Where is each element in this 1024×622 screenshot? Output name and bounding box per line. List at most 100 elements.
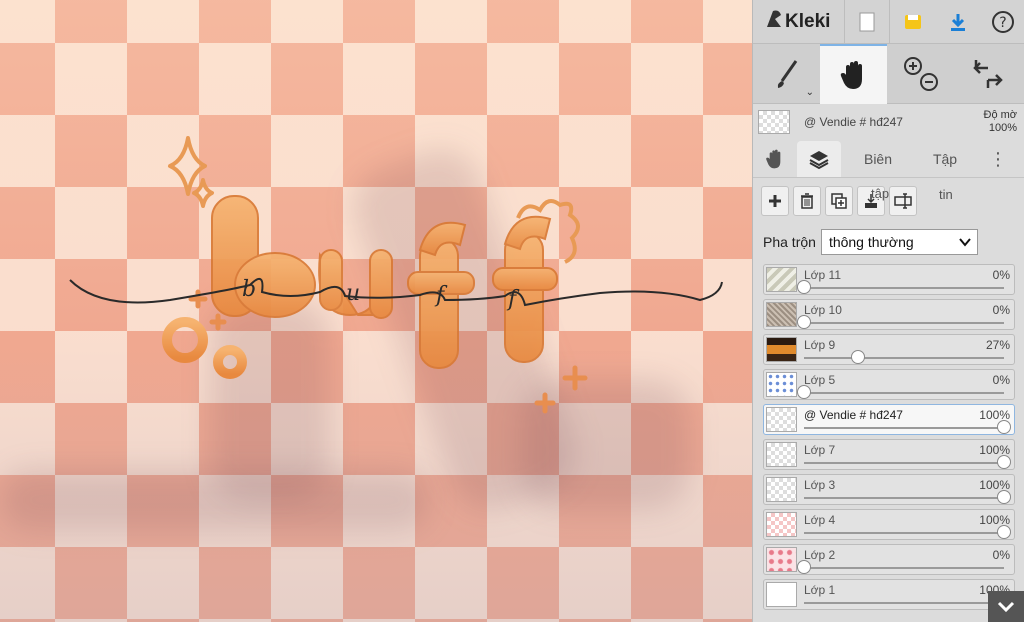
opacity-label: Độ mờ xyxy=(983,109,1018,121)
layer-row[interactable]: Lớp 11 0% xyxy=(763,264,1015,295)
download-icon xyxy=(950,13,965,31)
new-file-icon xyxy=(859,12,875,31)
svg-text:u: u xyxy=(346,281,360,306)
add-layer-button[interactable] xyxy=(761,186,789,216)
layer-name: Lớp 2 xyxy=(804,548,836,562)
layer-thumbnail xyxy=(766,372,797,397)
svg-text:?: ? xyxy=(999,15,1006,31)
opacity-slider-track[interactable] xyxy=(804,322,1004,324)
duplicate-layer-button[interactable] xyxy=(825,186,853,216)
rename-icon xyxy=(894,193,912,209)
chevron-down-icon xyxy=(997,601,1015,612)
opacity-slider-track[interactable] xyxy=(804,497,1004,499)
opacity-slider-handle[interactable] xyxy=(851,350,865,364)
current-layer-info: @ Vendie # hđ247 Độ mờ 100% xyxy=(753,104,1024,140)
opacity-slider-track[interactable] xyxy=(804,602,1004,604)
help-button[interactable]: ? xyxy=(980,0,1024,44)
opacity-slider-handle[interactable] xyxy=(797,385,811,399)
kleki-logo-icon xyxy=(765,9,783,35)
layer-row[interactable]: @ Vendie # hđ247 100% xyxy=(763,404,1015,435)
layer-thumbnail xyxy=(766,267,797,292)
zoom-tool-button[interactable] xyxy=(887,44,954,104)
layer-thumbnail xyxy=(766,477,797,502)
layers-icon xyxy=(809,151,829,170)
layer-row[interactable]: Lớp 10 0% xyxy=(763,299,1015,330)
blend-mode-row: Pha trộn thông thường xyxy=(763,229,978,255)
opacity-slider-track[interactable] xyxy=(804,427,1004,429)
layer-thumbnail xyxy=(766,512,797,537)
kleki-logo[interactable]: Kleki xyxy=(753,0,845,44)
svg-text:b: b xyxy=(242,277,256,302)
layer-row[interactable]: Lớp 4 100% xyxy=(763,509,1015,540)
tab-edit[interactable]: Biên xyxy=(841,141,915,177)
layer-opacity: 0% xyxy=(992,268,1010,282)
layer-thumbnail xyxy=(766,547,797,572)
blend-mode-select[interactable]: thông thường xyxy=(820,229,978,255)
opacity-slider-track[interactable] xyxy=(804,462,1004,464)
new-file-button[interactable] xyxy=(845,0,890,44)
opacity-slider-track[interactable] xyxy=(804,357,1004,359)
layer-name: Lớp 9 xyxy=(804,338,836,352)
layer-name: Lớp 4 xyxy=(804,513,836,527)
zoom-icon xyxy=(903,57,938,91)
layer-name: @ Vendie # hđ247 xyxy=(804,408,903,422)
undo-redo-button[interactable] xyxy=(954,44,1021,104)
plus-icon xyxy=(769,195,781,207)
chevron-down-icon xyxy=(959,238,971,247)
tool-row: ⌄ xyxy=(753,44,1024,104)
opacity-slider-track[interactable] xyxy=(804,392,1004,394)
delete-layer-button[interactable] xyxy=(793,186,821,216)
opacity-slider-handle[interactable] xyxy=(997,490,1011,504)
save-button[interactable] xyxy=(890,0,935,44)
undo-redo-icon xyxy=(972,60,1003,88)
brush-icon xyxy=(777,60,797,88)
opacity-slider-handle[interactable] xyxy=(797,280,811,294)
layer-name: Lớp 7 xyxy=(804,443,836,457)
app-name: Kleki xyxy=(785,10,831,32)
trash-icon xyxy=(801,193,813,209)
info-label: tin xyxy=(939,187,953,202)
layer-opacity: 0% xyxy=(992,303,1010,317)
layer-row[interactable]: Lớp 7 100% xyxy=(763,439,1015,470)
opacity-slider-track[interactable] xyxy=(804,287,1004,289)
layer-row[interactable]: Lớp 9 27% xyxy=(763,334,1015,365)
merge-label: tập xyxy=(871,186,890,201)
brush-tool-button[interactable]: ⌄ xyxy=(753,44,820,104)
circle-doodles xyxy=(162,317,247,379)
blend-mode-value: thông thường xyxy=(828,234,914,250)
layer-thumbnail xyxy=(766,407,797,432)
current-layer-name: @ Vendie # hđ247 xyxy=(804,115,903,129)
layer-thumbnail xyxy=(766,302,797,327)
more-options-icon[interactable]: ⋮ xyxy=(975,141,1021,177)
tab-hand[interactable] xyxy=(753,141,797,177)
download-button[interactable] xyxy=(935,0,980,44)
current-layer-opacity: Độ mờ 100% xyxy=(984,109,1018,135)
drawing-canvas[interactable]: b u f f xyxy=(0,0,752,622)
opacity-slider-track[interactable] xyxy=(804,532,1004,534)
opacity-slider-track[interactable] xyxy=(804,567,1004,569)
tab-layers[interactable] xyxy=(797,141,841,177)
panel-tabs: Biên Tập ⋮ xyxy=(753,140,1024,178)
hand-tool-button[interactable] xyxy=(820,44,887,104)
hand-icon xyxy=(766,149,781,169)
layer-name: Lớp 11 xyxy=(804,268,842,282)
current-layer-thumbnail xyxy=(758,110,790,134)
tab-file[interactable]: Tập xyxy=(915,141,975,177)
layer-row[interactable]: Lớp 3 100% xyxy=(763,474,1015,505)
opacity-slider-handle[interactable] xyxy=(797,315,811,329)
script-line xyxy=(69,277,723,307)
opacity-slider-handle[interactable] xyxy=(997,525,1011,539)
opacity-slider-handle[interactable] xyxy=(997,455,1011,469)
layer-opacity: 0% xyxy=(992,373,1010,387)
hand-icon xyxy=(840,61,862,89)
layer-row[interactable]: Lớp 2 0% xyxy=(763,544,1015,575)
layer-row[interactable]: Lớp 5 0% xyxy=(763,369,1015,400)
opacity-slider-handle[interactable] xyxy=(997,420,1011,434)
opacity-slider-handle[interactable] xyxy=(797,560,811,574)
scroll-down-button[interactable] xyxy=(988,591,1024,622)
chevron-down-icon[interactable]: ⌄ xyxy=(806,87,814,98)
layer-name: Lớp 3 xyxy=(804,478,836,492)
layer-row[interactable]: Lớp 1 100% xyxy=(763,579,1015,610)
rename-layer-button[interactable] xyxy=(889,186,917,216)
layer-name: Lớp 1 xyxy=(804,583,836,597)
